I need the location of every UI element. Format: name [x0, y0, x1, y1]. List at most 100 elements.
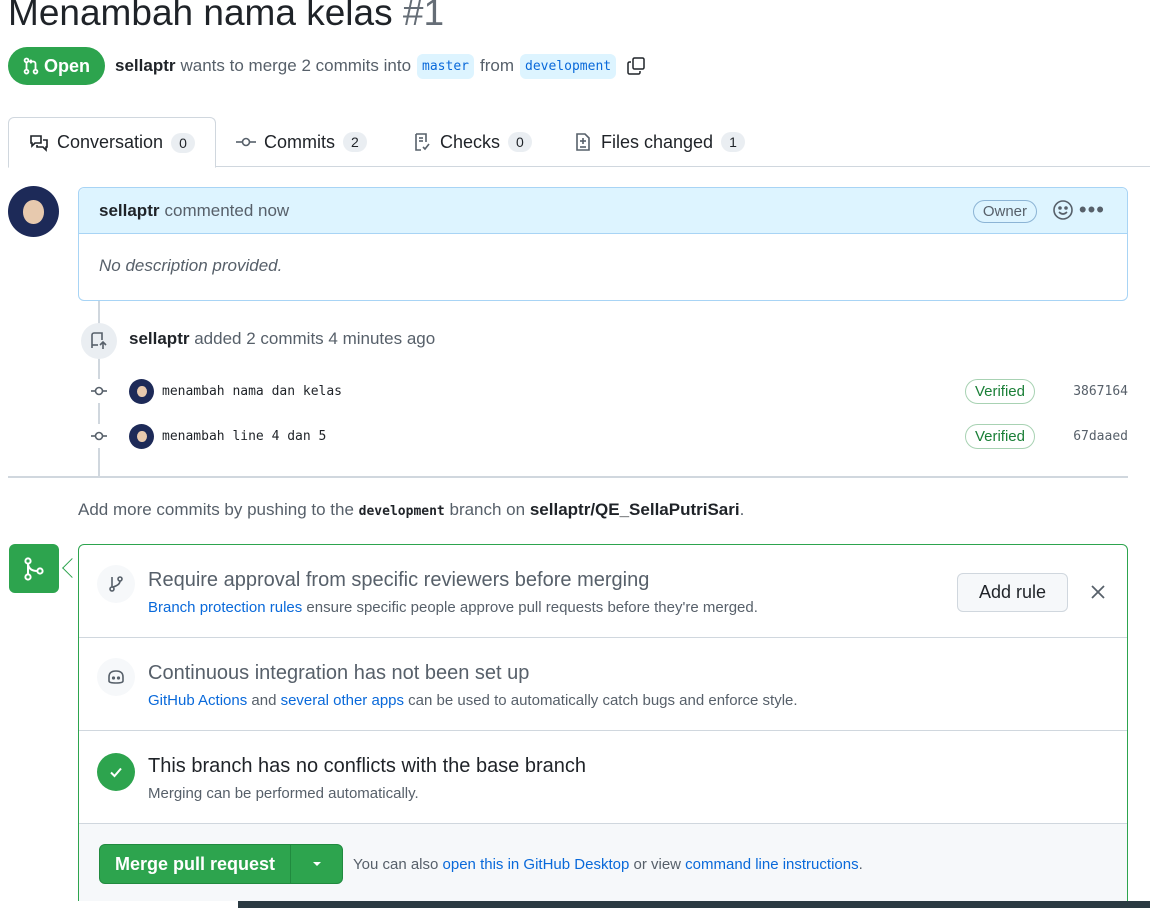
avatar-face: [136, 430, 147, 442]
avatar[interactable]: [8, 186, 59, 237]
hint-suffix: .: [739, 500, 745, 519]
avatar-face: [136, 385, 147, 397]
file-diff-icon: [576, 133, 590, 151]
push-author-link[interactable]: sellaptr: [129, 329, 189, 348]
git-commit-icon: [87, 379, 111, 403]
review-text: ensure specific people approve pull requ…: [306, 599, 758, 616]
merge-footer-text: You can also open this in GitHub Desktop…: [353, 856, 863, 873]
check-icon: [97, 753, 135, 791]
comment-header: sellaptr commented now: [79, 188, 1127, 234]
avatar-face: [23, 200, 44, 224]
ci-title: Continuous integration has not been set …: [148, 662, 530, 684]
avatar[interactable]: [129, 378, 154, 404]
git-commit-icon: [236, 137, 256, 147]
commit-sha[interactable]: 67daaed: [1073, 429, 1128, 444]
comment-body: No description provided.: [99, 256, 283, 275]
commit-message[interactable]: menambah line 4 dan 5: [162, 429, 326, 444]
footer-prefix: You can also: [353, 856, 439, 873]
merge-footer: Merge pull request You can also open thi…: [79, 824, 1127, 908]
pr-tabs: Conversation 0 Commits 2 Checks 0 Files …: [8, 117, 1150, 168]
checklist-icon: [415, 133, 430, 151]
ci-text: can be used to automatically catch bugs …: [408, 692, 798, 709]
tab-label: Checks: [440, 131, 501, 152]
verified-badge[interactable]: Verified: [964, 378, 1035, 404]
kebab-menu-icon[interactable]: •••: [1079, 197, 1105, 223]
merge-pull-request-button[interactable]: Merge pull request: [100, 845, 291, 883]
tab-counter: 0: [508, 132, 532, 152]
pr-number: #1: [402, 0, 445, 33]
tab-label: Conversation: [57, 132, 164, 152]
other-apps-link[interactable]: several other apps: [281, 692, 404, 709]
taskbar-strip: [0, 901, 1150, 908]
tab-files-changed[interactable]: Files changed 1: [573, 117, 745, 167]
commit-sha[interactable]: 3867164: [1073, 384, 1128, 399]
copy-icon[interactable]: [626, 56, 646, 76]
head-branch[interactable]: development: [520, 53, 617, 79]
tab-label: Commits: [264, 131, 335, 152]
from-text: from: [480, 56, 514, 75]
merge-button-group: Merge pull request: [99, 844, 343, 884]
timeline-divider: [8, 476, 1128, 478]
close-icon[interactable]: [1089, 583, 1107, 601]
commit-message[interactable]: menambah nama dan kelas: [162, 384, 342, 399]
comment-box: sellaptr commented now Owner ••• No desc…: [78, 187, 1128, 301]
copilot-icon: [97, 658, 135, 696]
branch-protection-link[interactable]: Branch protection rules: [148, 599, 302, 616]
footer-middle: or view: [633, 856, 681, 873]
add-rule-button[interactable]: Add rule: [957, 573, 1068, 612]
pr-title-text: Menambah nama kelas: [8, 0, 393, 33]
verified-badge[interactable]: Verified: [964, 423, 1035, 449]
push-text: added 2 commits 4 minutes ago: [194, 329, 436, 348]
ci-and: and: [251, 692, 277, 709]
review-section: Require approval from specific reviewers…: [79, 545, 1127, 638]
pr-title: Menambah nama kelas #1: [8, 0, 444, 34]
git-merge-icon: [9, 544, 59, 593]
hint-branch: development: [358, 504, 445, 519]
state-label: Open: [44, 55, 91, 76]
push-hint: Add more commits by pushing to the devel…: [78, 500, 744, 520]
base-branch[interactable]: master: [417, 53, 474, 79]
conflicts-section: This branch has no conflicts with the ba…: [79, 731, 1127, 824]
git-pull-request-icon: [23, 57, 39, 75]
repo-push-icon: [81, 323, 117, 359]
review-title: Require approval from specific reviewers…: [148, 569, 650, 591]
conflicts-title: This branch has no conflicts with the ba…: [148, 755, 587, 777]
tab-conversation[interactable]: Conversation 0: [8, 117, 216, 168]
conflicts-text: Merging can be performed automatically.: [148, 785, 419, 802]
merge-text: wants to merge 2 commits into: [180, 56, 412, 75]
merge-box: Require approval from specific reviewers…: [78, 544, 1128, 908]
git-commit-icon: [87, 424, 111, 448]
hint-prefix: Add more commits by pushing to the: [78, 500, 354, 519]
push-event: sellaptr added 2 commits 4 minutes ago: [129, 329, 435, 349]
comment-timestamp[interactable]: commented now: [164, 201, 289, 221]
tab-counter: 1: [721, 132, 745, 152]
command-line-link[interactable]: command line instructions: [685, 856, 858, 873]
git-branch-icon: [97, 565, 135, 603]
hint-middle: branch on: [449, 500, 526, 519]
tab-label: Files changed: [601, 131, 714, 152]
smiley-icon[interactable]: [1052, 199, 1074, 221]
comment-author-link[interactable]: sellaptr: [99, 201, 159, 221]
pr-meta: Open sellaptr wants to merge 2 commits i…: [8, 47, 646, 85]
footer-suffix: .: [858, 856, 863, 873]
pr-author-link[interactable]: sellaptr: [115, 56, 175, 76]
owner-badge: Owner: [972, 200, 1037, 223]
ci-subtitle: GitHub Actions and several other apps ca…: [148, 692, 798, 709]
github-actions-link[interactable]: GitHub Actions: [148, 692, 247, 709]
avatar[interactable]: [129, 423, 154, 449]
commit-row: menambah nama dan kelas Verified 3867164: [87, 376, 1128, 406]
tab-commits[interactable]: Commits 2: [236, 117, 367, 167]
merge-options-dropdown[interactable]: [291, 845, 342, 883]
commit-row: menambah line 4 dan 5 Verified 67daaed: [87, 421, 1128, 451]
comment-discussion-icon: [30, 134, 48, 152]
hint-repo: sellaptr/QE_SellaPutriSari: [529, 500, 740, 519]
taskbar-dark: [238, 901, 1150, 908]
review-subtitle: Branch protection rules ensure specific …: [148, 599, 758, 616]
open-desktop-link[interactable]: open this in GitHub Desktop: [443, 856, 630, 873]
merge-summary: sellaptr wants to merge 2 commits into m…: [115, 53, 646, 79]
tab-checks[interactable]: Checks 0: [412, 117, 532, 167]
triangle-down-icon: [312, 862, 321, 866]
state-badge: Open: [8, 47, 106, 85]
tab-counter: 0: [171, 132, 195, 153]
ci-section: Continuous integration has not been set …: [79, 638, 1127, 731]
